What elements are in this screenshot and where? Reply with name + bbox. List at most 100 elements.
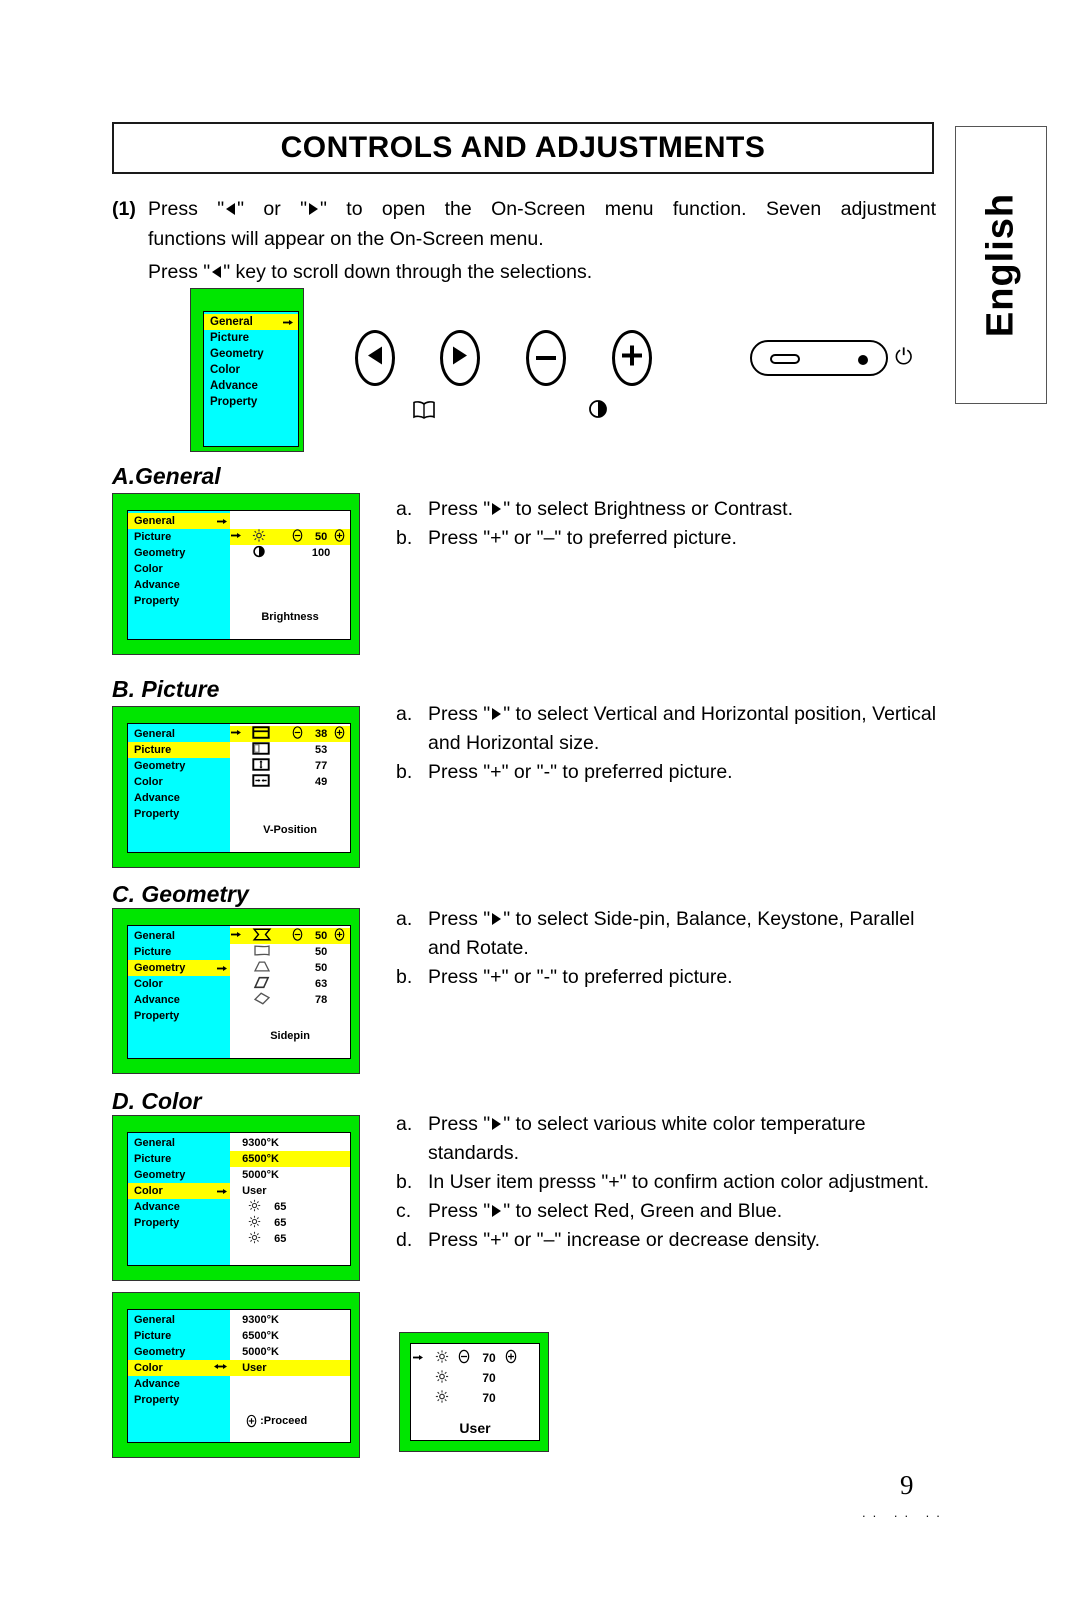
- osd-value-row[interactable]: 50: [230, 928, 350, 944]
- osd-value-column: 50 100 Brightness: [230, 511, 350, 639]
- osd-menu-item-color[interactable]: Color: [128, 1183, 231, 1199]
- user-plus-icon[interactable]: [505, 1349, 517, 1367]
- osd-menu-item-advance[interactable]: Advance: [204, 378, 298, 394]
- color-temp-option[interactable]: 6500°K: [230, 1151, 350, 1167]
- color-temp-option[interactable]: 9300°K: [230, 1135, 350, 1151]
- osd-menu-item-advance[interactable]: Advance: [128, 992, 230, 1008]
- osd-menu-item-property[interactable]: Property: [128, 1392, 230, 1408]
- color-temp-label: 5000°K: [242, 1169, 279, 1181]
- color-temp-option[interactable]: 5000°K: [230, 1167, 350, 1183]
- osd-menu-item-general[interactable]: General: [204, 314, 298, 330]
- osd-row-cursor-icon: [231, 728, 242, 740]
- minus-button[interactable]: [526, 330, 566, 386]
- power-switch[interactable]: [750, 340, 888, 376]
- osd-menu-item-picture[interactable]: Picture: [204, 330, 298, 346]
- osd-menu-item-label: Advance: [210, 380, 258, 392]
- right-arrow-icon: [309, 203, 319, 215]
- color-temp-option[interactable]: 9300°K: [230, 1312, 350, 1328]
- osd-value-row[interactable]: 50: [230, 529, 350, 545]
- color-rgb-row[interactable]: 65: [230, 1199, 350, 1215]
- osd-menu-item-label: Advance: [134, 792, 180, 804]
- osd-menu-item-label: Picture: [134, 946, 172, 958]
- osd-menu-item-geometry[interactable]: Geometry: [128, 1344, 230, 1360]
- osd-menu-item-advance[interactable]: Advance: [128, 577, 230, 593]
- osd-menu-item-color[interactable]: Color: [204, 362, 298, 378]
- osd-menu-item-property[interactable]: Property: [128, 1215, 230, 1231]
- left-arrow-button[interactable]: [355, 330, 395, 386]
- color-rgb-row[interactable]: 65: [230, 1231, 350, 1247]
- osd-minus-icon[interactable]: [292, 928, 303, 945]
- osd-menu-item-property[interactable]: Property: [128, 593, 230, 609]
- osd-value: 100: [311, 547, 331, 559]
- osd-menu-item-advance[interactable]: Advance: [128, 1376, 230, 1392]
- book-icon: [412, 400, 436, 425]
- osd-menu-item-property[interactable]: Property: [128, 1008, 230, 1024]
- language-tab-label: English: [979, 192, 1022, 338]
- instruction-item: a. Press " " to select Vertical and Horizo…: [396, 700, 941, 758]
- osd-plus-icon[interactable]: [334, 726, 345, 743]
- osd-menu-item-geometry[interactable]: Geometry: [204, 346, 298, 362]
- plus-button[interactable]: [612, 330, 652, 386]
- osd-value-row[interactable]: 49: [230, 774, 350, 790]
- osd-menu-item-property[interactable]: Property: [128, 806, 230, 822]
- osd-value-row[interactable]: 50: [230, 960, 350, 976]
- osd-menu-item-property[interactable]: Property: [204, 394, 298, 410]
- osd-menu-item-picture[interactable]: Picture: [128, 1151, 230, 1167]
- osd-menu-item-picture[interactable]: Picture: [128, 529, 230, 545]
- left-arrow-icon: [226, 203, 236, 215]
- right-arrow-button[interactable]: [440, 330, 480, 386]
- osd-value-row[interactable]: 100: [230, 545, 350, 561]
- osd-color-user-column: 9300°K 6500°K 5000°K User :Proceed: [230, 1310, 350, 1442]
- user-rgb-row[interactable]: 70: [411, 1388, 539, 1408]
- osd-caption: V-Position: [263, 824, 317, 836]
- osd-menu-item-general[interactable]: General: [128, 1135, 230, 1151]
- user-minus-icon[interactable]: [458, 1349, 470, 1367]
- color-temp-option[interactable]: User: [230, 1183, 350, 1199]
- osd-menu-item-advance[interactable]: Advance: [128, 790, 230, 806]
- osd-minus-icon[interactable]: [292, 726, 303, 743]
- osd-menu-item-label: Property: [210, 396, 258, 408]
- osd-menu-item-color[interactable]: Color: [128, 561, 230, 577]
- osd-minus-icon[interactable]: [292, 529, 303, 546]
- left-arrow-icon-2: [212, 266, 222, 278]
- intro-line-1: Press " " or " " to open the On-Screen men…: [148, 194, 936, 224]
- osd-value-row[interactable]: 63: [230, 976, 350, 992]
- osd-menu-item-general[interactable]: General: [128, 726, 230, 742]
- osd-menu-item-general[interactable]: General: [128, 513, 231, 529]
- osd-menu-item-picture[interactable]: Picture: [128, 944, 230, 960]
- osd-row-cursor-icon: [231, 531, 242, 543]
- osd-menu-item-geometry[interactable]: Geometry: [128, 1167, 230, 1183]
- intro-line-2: functions will appear on the On-Screen m…: [148, 228, 544, 250]
- osd-value-row[interactable]: 78: [230, 992, 350, 1008]
- osd-menu-item-color[interactable]: Color: [128, 976, 230, 992]
- osd-value-row[interactable]: 53: [230, 742, 350, 758]
- osd-menu-item-color[interactable]: Color: [128, 1360, 231, 1376]
- osd-menu-item-geometry[interactable]: Geometry: [128, 545, 230, 561]
- page-title: CONTROLS AND ADJUSTMENTS: [280, 131, 766, 164]
- color-rgb-row[interactable]: 65: [230, 1215, 350, 1231]
- osd-menu-item-general[interactable]: General: [128, 1312, 230, 1328]
- osd-menu-item-label: Advance: [134, 1201, 180, 1213]
- osd-menu-item-picture[interactable]: Picture: [128, 742, 231, 758]
- osd-plus-icon[interactable]: [334, 928, 345, 945]
- osd-menu-item-geometry[interactable]: Geometry: [128, 758, 230, 774]
- user-rgb-row[interactable]: 70: [411, 1348, 539, 1368]
- osd-menu-item-geometry[interactable]: Geometry: [128, 960, 231, 976]
- color-temp-option[interactable]: 5000°K: [230, 1344, 350, 1360]
- user-rgb-row[interactable]: 70: [411, 1368, 539, 1388]
- osd-value-row[interactable]: 38: [230, 726, 350, 742]
- osd-menu-item-color[interactable]: Color: [128, 774, 230, 790]
- osd-menu-item-picture[interactable]: Picture: [128, 1328, 230, 1344]
- osd-menu-item-general[interactable]: General: [128, 928, 230, 944]
- color-temp-option[interactable]: User: [230, 1360, 350, 1376]
- osd-value-row[interactable]: 77: [230, 758, 350, 774]
- color-temp-option[interactable]: 6500°K: [230, 1328, 350, 1344]
- osd-plus-icon[interactable]: [334, 529, 345, 546]
- right-arrow-icon: [492, 708, 502, 720]
- instruction-label: b.: [396, 761, 413, 783]
- osd-cursor-icon: [217, 1187, 228, 1196]
- osd-value-row[interactable]: 50: [230, 944, 350, 960]
- osd-menu-column: General Picture Geometry Color Advance Proper…: [128, 1133, 231, 1265]
- osd-menu-item-label: Picture: [134, 1330, 172, 1342]
- osd-menu-item-advance[interactable]: Advance: [128, 1199, 230, 1215]
